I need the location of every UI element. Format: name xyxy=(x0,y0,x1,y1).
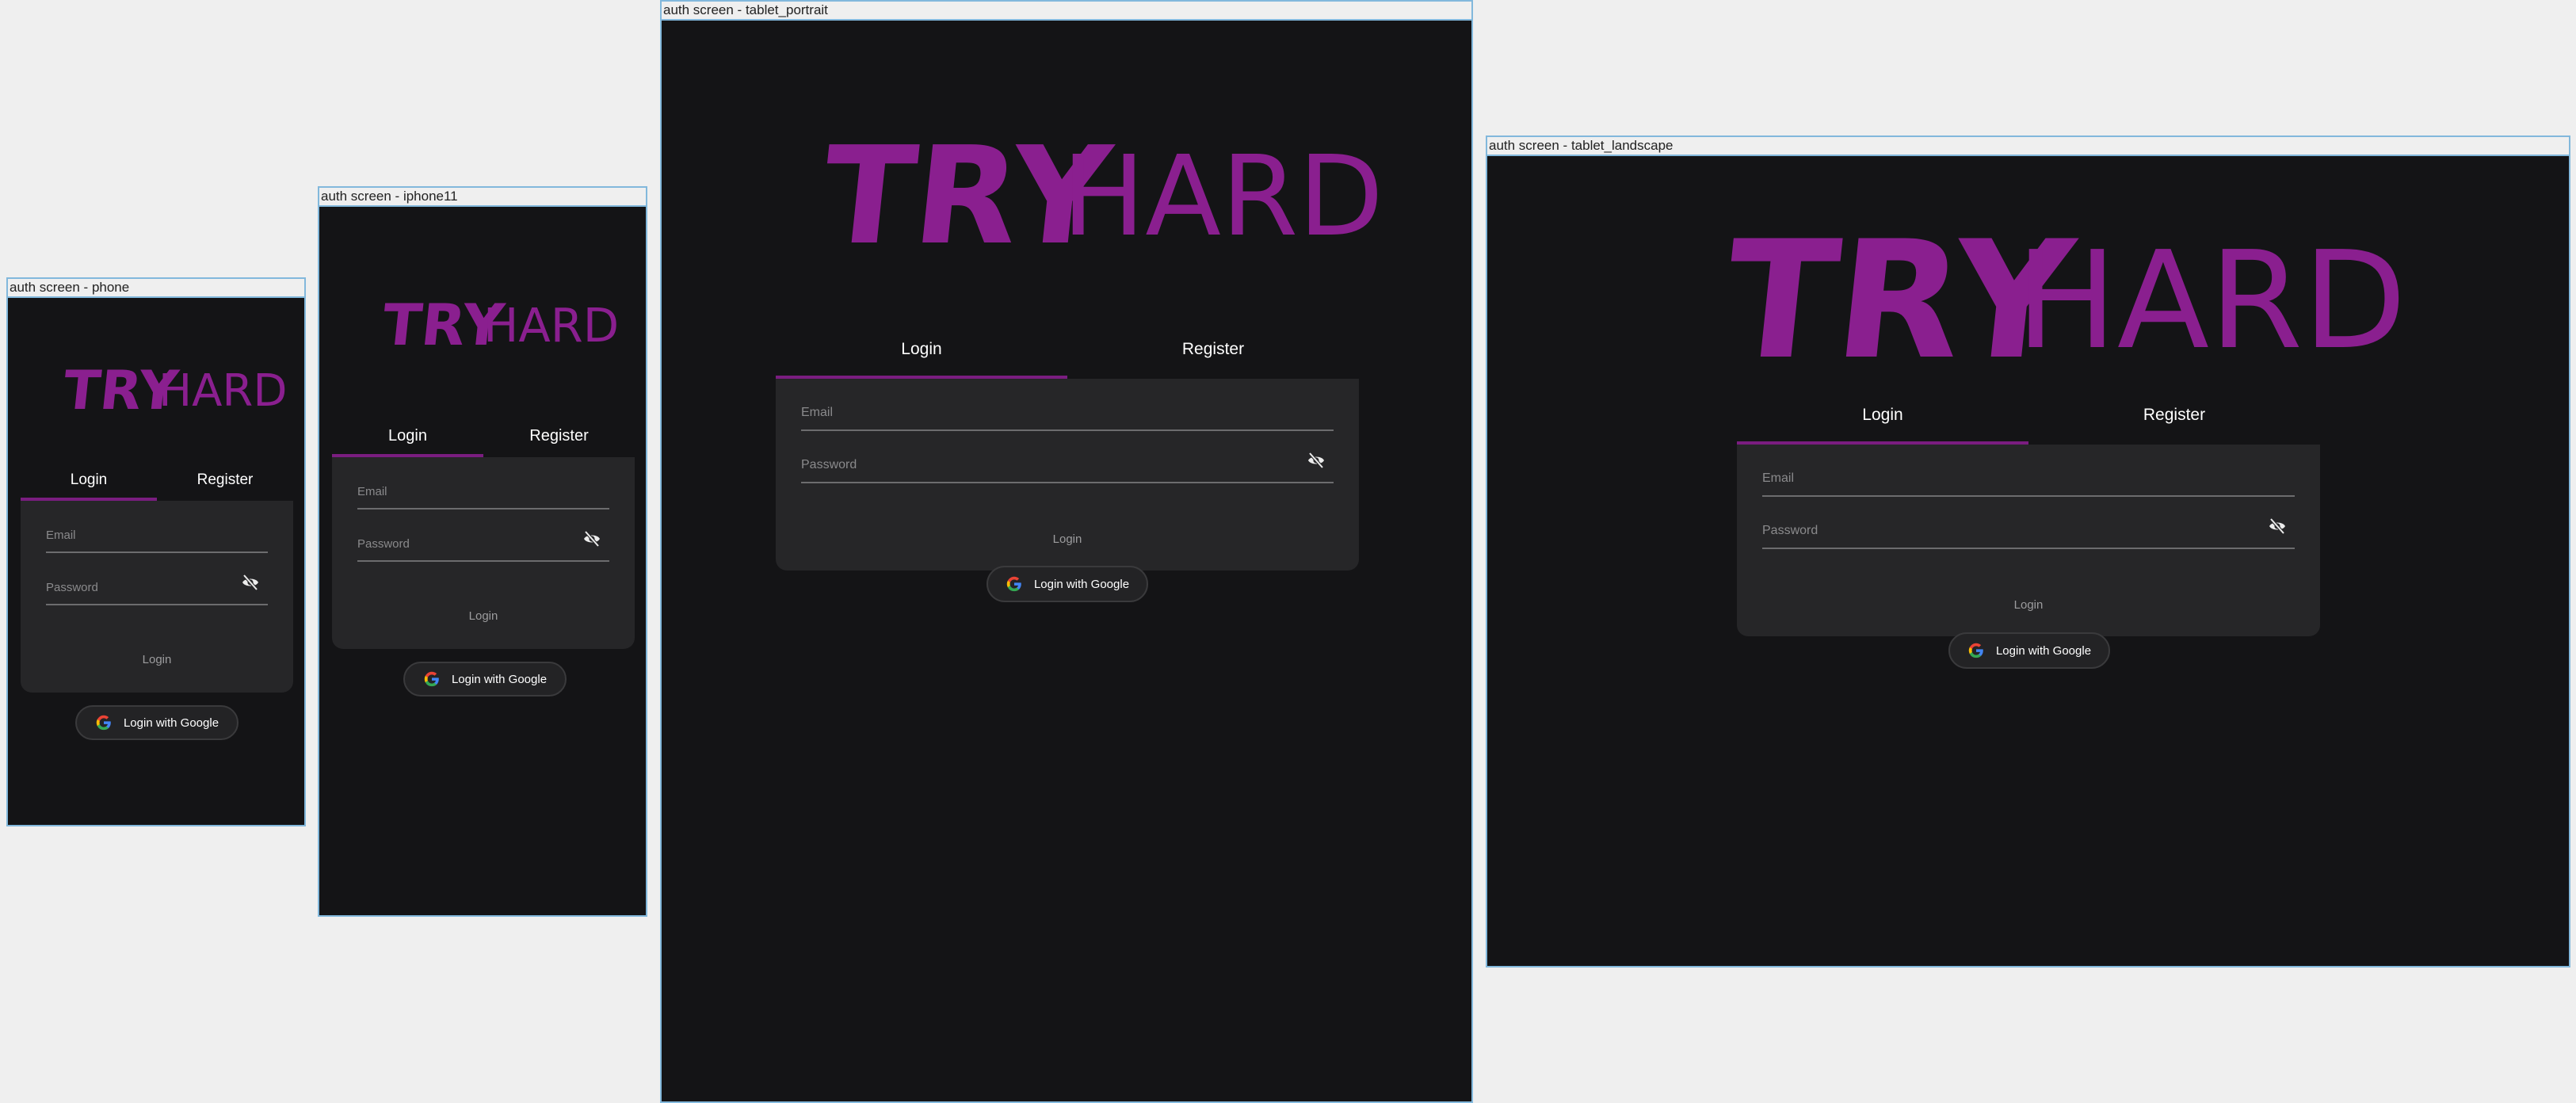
phone-frame: auth screen - phone TRY HARD Login Regis… xyxy=(6,277,306,826)
google-g-icon xyxy=(1967,642,1985,659)
app-logo: TRY HARD xyxy=(815,112,1383,274)
email-placeholder: Email xyxy=(801,406,834,419)
email-field[interactable]: Email xyxy=(357,465,609,510)
google-login-button[interactable]: Login with Google xyxy=(987,566,1148,602)
tablet-portrait-frame: auth screen - tablet_portrait TRY HARD L… xyxy=(660,0,1473,1103)
tab-register[interactable]: Register xyxy=(1067,330,1359,379)
login-submit-button[interactable]: Login xyxy=(1737,598,2320,612)
app-logo: TRY HARD xyxy=(1716,200,2406,395)
login-card: Email Password Login xyxy=(776,379,1359,571)
eye-off-icon[interactable] xyxy=(1307,451,1326,474)
logo-hard: HARD xyxy=(158,365,287,417)
google-button-label: Login with Google xyxy=(1033,577,1130,591)
email-field[interactable]: Email xyxy=(801,387,1334,431)
google-g-icon xyxy=(1006,575,1023,593)
auth-tabs: Login Register xyxy=(332,421,635,457)
auth-tabs: Login Register xyxy=(776,330,1359,379)
auth-screen: TRY HARD Login Register Email Password L… xyxy=(1487,156,2569,966)
google-login-button[interactable]: Login with Google xyxy=(75,705,239,740)
google-button-label: Login with Google xyxy=(123,716,219,730)
login-card: Email Password Login xyxy=(1737,445,2320,636)
tab-login[interactable]: Login xyxy=(332,421,483,457)
password-placeholder: Password xyxy=(46,581,98,594)
logo-hard: HARD xyxy=(1062,132,1383,261)
app-logo: TRY HARD xyxy=(379,286,619,359)
logo-hard: HARD xyxy=(483,298,619,353)
iphone11-frame: auth screen - iphone11 TRY HARD Login Re… xyxy=(318,186,647,917)
email-field[interactable]: Email xyxy=(1762,452,2295,497)
login-submit-button[interactable]: Login xyxy=(776,532,1359,546)
tab-register[interactable]: Register xyxy=(157,466,293,501)
tab-login[interactable]: Login xyxy=(21,466,157,501)
password-field[interactable]: Password xyxy=(46,559,268,605)
auth-screen: TRY HARD Login Register Email Password L… xyxy=(319,207,646,915)
google-button-label: Login with Google xyxy=(1995,643,2092,658)
auth-screen: TRY HARD Login Register Email Password L… xyxy=(8,298,304,825)
frame-label: auth screen - tablet_landscape xyxy=(1487,137,2569,156)
app-logo: TRY HARD xyxy=(60,353,288,422)
login-card: Email Password Login xyxy=(21,501,293,693)
password-field[interactable]: Password xyxy=(1762,503,2295,549)
password-field[interactable]: Password xyxy=(801,437,1334,483)
password-placeholder: Password xyxy=(357,537,410,551)
email-placeholder: Email xyxy=(1762,471,1795,485)
google-login-button[interactable]: Login with Google xyxy=(403,662,567,697)
google-g-icon xyxy=(423,670,441,688)
frame-label: auth screen - iphone11 xyxy=(319,188,646,207)
tablet-landscape-frame: auth screen - tablet_landscape TRY HARD … xyxy=(1486,135,2570,968)
auth-screen: TRY HARD Login Register Email Password L… xyxy=(662,21,1471,1101)
password-placeholder: Password xyxy=(1762,524,1818,537)
tab-login[interactable]: Login xyxy=(776,330,1067,379)
logo-hard: HARD xyxy=(2016,223,2406,380)
password-placeholder: Password xyxy=(801,458,857,471)
tab-register[interactable]: Register xyxy=(2028,395,2320,445)
tab-register[interactable]: Register xyxy=(483,421,635,457)
email-field[interactable]: Email xyxy=(46,509,268,553)
tab-login[interactable]: Login xyxy=(1737,395,2028,445)
frame-label: auth screen - tablet_portrait xyxy=(662,2,1471,21)
login-submit-button[interactable]: Login xyxy=(21,653,293,666)
frame-label: auth screen - phone xyxy=(8,279,304,298)
google-g-icon xyxy=(95,714,113,731)
eye-off-icon[interactable] xyxy=(2268,517,2287,540)
login-card: Email Password Login xyxy=(332,457,635,649)
email-placeholder: Email xyxy=(357,485,387,498)
password-field[interactable]: Password xyxy=(357,516,609,562)
email-placeholder: Email xyxy=(46,529,76,542)
login-submit-button[interactable]: Login xyxy=(332,609,635,623)
eye-off-icon[interactable] xyxy=(241,573,260,596)
google-button-label: Login with Google xyxy=(451,672,548,686)
google-login-button[interactable]: Login with Google xyxy=(1948,632,2110,669)
auth-tabs: Login Register xyxy=(1737,395,2320,445)
auth-tabs: Login Register xyxy=(21,466,293,501)
eye-off-icon[interactable] xyxy=(582,529,601,552)
